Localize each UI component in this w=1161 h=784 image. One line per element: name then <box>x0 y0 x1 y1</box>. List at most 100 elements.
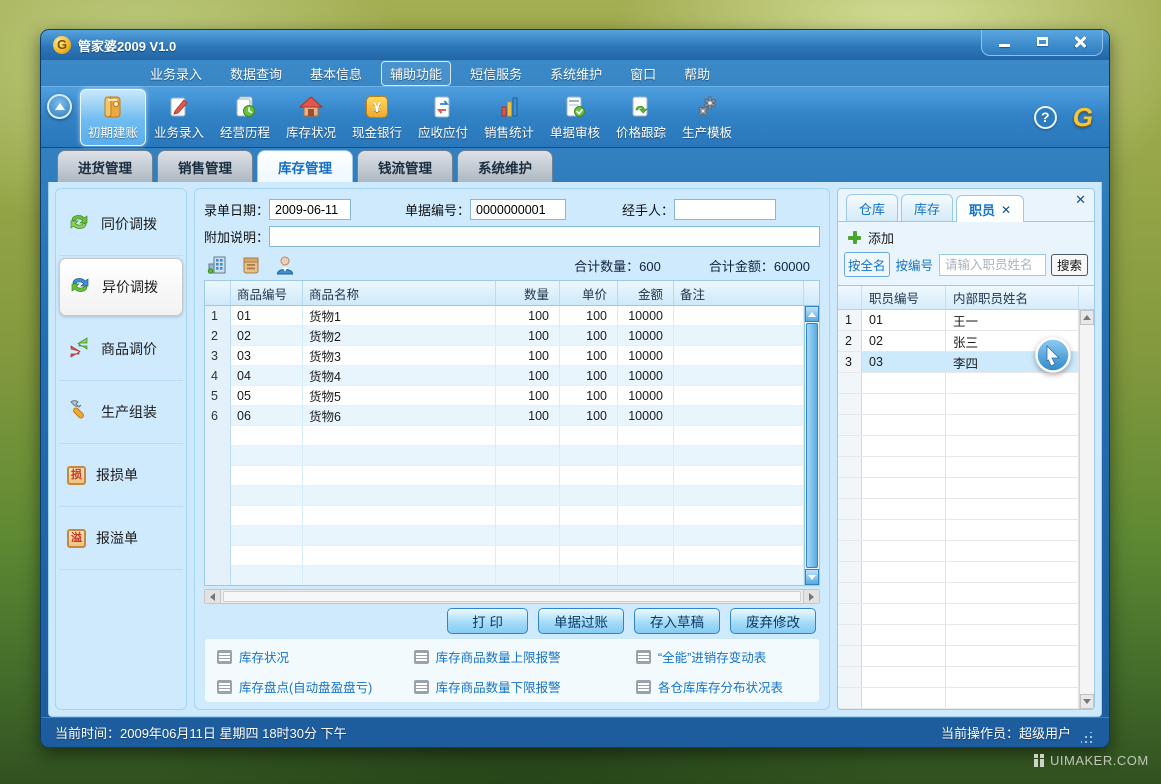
maximize-button[interactable] <box>1026 33 1058 50</box>
sidebar-item-same-price-transfer[interactable]: 同价调拨 <box>59 193 183 256</box>
link-stocktake[interactable]: 库存盘点(自动盘盈盘亏) <box>217 677 414 696</box>
collapse-toolbar-button[interactable] <box>47 94 72 119</box>
table-row[interactable]: 505货物510010010000 <box>205 386 804 406</box>
search-button[interactable]: 搜索 <box>1051 254 1088 276</box>
staff-vertical-scrollbar[interactable] <box>1079 310 1094 709</box>
tab-purchase[interactable]: 进货管理 <box>57 150 153 182</box>
menu-item-window[interactable]: 窗口 <box>621 61 665 86</box>
empty-row[interactable] <box>838 688 1079 709</box>
menu-item-data-query[interactable]: 数据查询 <box>221 61 291 86</box>
lookup-tab-warehouse[interactable]: 仓库 <box>846 194 898 221</box>
scroll-down-button[interactable] <box>805 569 819 585</box>
warehouse-shortcut-icon[interactable] <box>206 254 228 276</box>
toolbar-item-inventory-status[interactable]: 库存状况 <box>278 89 344 146</box>
empty-row[interactable] <box>205 486 804 506</box>
table-row[interactable]: 404货物410010010000 <box>205 366 804 386</box>
empty-row[interactable] <box>838 646 1079 667</box>
sidebar-item-diff-price-transfer[interactable]: 异价调拨 <box>59 258 183 316</box>
toolbar-item-sales-statistics[interactable]: 销售统计 <box>476 89 542 146</box>
discard-changes-button[interactable]: 废弃修改 <box>730 608 816 634</box>
empty-row[interactable] <box>838 625 1079 646</box>
doc-no-input[interactable] <box>470 199 566 220</box>
empty-row[interactable] <box>205 566 804 585</box>
close-button[interactable] <box>1064 33 1096 50</box>
table-row[interactable]: 202货物210010010000 <box>205 326 804 346</box>
empty-row[interactable] <box>205 506 804 526</box>
save-draft-button[interactable]: 存入草稿 <box>634 608 720 634</box>
tab-close-icon[interactable]: ✕ <box>1001 203 1011 217</box>
items-vertical-scrollbar[interactable] <box>804 306 819 585</box>
empty-row[interactable] <box>838 415 1079 436</box>
link-allround-report[interactable]: “全能”进销存变动表 <box>636 647 807 666</box>
empty-row[interactable] <box>838 604 1079 625</box>
empty-row[interactable] <box>838 499 1079 520</box>
staff-search-input[interactable] <box>939 254 1046 276</box>
toolbar-item-initial-setup[interactable]: 初期建账 <box>80 89 146 146</box>
scroll-right-button[interactable] <box>803 590 819 603</box>
scroll-up-button[interactable] <box>1080 310 1094 325</box>
empty-row[interactable] <box>205 446 804 466</box>
tab-cashflow[interactable]: 钱流管理 <box>357 150 453 182</box>
link-warehouse-distribution[interactable]: 各仓库库存分布状况表 <box>636 677 807 696</box>
empty-row[interactable] <box>205 526 804 546</box>
empty-row[interactable] <box>838 562 1079 583</box>
lookup-tab-inventory[interactable]: 库存 <box>901 194 953 221</box>
table-row[interactable]: 101货物110010010000 <box>205 306 804 326</box>
toolbar-item-production-template[interactable]: 生产模板 <box>674 89 740 146</box>
empty-row[interactable] <box>838 394 1079 415</box>
tab-system[interactable]: 系统维护 <box>457 150 553 182</box>
scroll-up-button[interactable] <box>805 306 819 322</box>
menu-item-help[interactable]: 帮助 <box>675 61 719 86</box>
tab-inventory[interactable]: 库存管理 <box>257 150 353 182</box>
toolbar-item-operation-history[interactable]: 经营历程 <box>212 89 278 146</box>
filter-by-name[interactable]: 按全名 <box>844 252 890 277</box>
empty-row[interactable] <box>205 426 804 446</box>
staff-shortcut-icon[interactable] <box>274 254 296 276</box>
stock-shortcut-icon[interactable] <box>240 254 262 276</box>
staff-row[interactable]: 101王一 <box>838 310 1079 331</box>
toolbar-item-business-entry[interactable]: 业务录入 <box>146 89 212 146</box>
empty-row[interactable] <box>838 541 1079 562</box>
minimize-button[interactable] <box>988 33 1020 50</box>
note-input[interactable] <box>269 226 820 247</box>
link-inventory-status[interactable]: 库存状况 <box>217 647 414 666</box>
tab-sales[interactable]: 销售管理 <box>157 150 253 182</box>
brand-logo-icon[interactable]: G <box>1073 102 1093 133</box>
lookup-tab-staff[interactable]: 职员✕ <box>956 195 1024 222</box>
resize-grip[interactable] <box>1081 732 1093 744</box>
toolbar-item-price-tracking[interactable]: 价格跟踪 <box>608 89 674 146</box>
toolbar-item-cash-bank[interactable]: ¥ 现金银行 <box>344 89 410 146</box>
menu-item-business-entry[interactable]: 业务录入 <box>141 61 211 86</box>
print-button[interactable]: 打 印 <box>447 608 528 634</box>
panel-close-button[interactable]: ✕ <box>1075 192 1086 208</box>
add-staff-button[interactable]: 添加 <box>868 228 894 247</box>
table-row[interactable]: 606货物610010010000 <box>205 406 804 426</box>
scroll-down-button[interactable] <box>1080 694 1094 709</box>
handler-input[interactable] <box>674 199 776 220</box>
empty-row[interactable] <box>838 457 1079 478</box>
scroll-thumb[interactable] <box>806 323 818 568</box>
link-upper-limit-alert[interactable]: 库存商品数量上限报警 <box>414 647 636 666</box>
link-lower-limit-alert[interactable]: 库存商品数量下限报警 <box>414 677 636 696</box>
empty-row[interactable] <box>838 436 1079 457</box>
empty-row[interactable] <box>838 583 1079 604</box>
empty-row[interactable] <box>838 520 1079 541</box>
toolbar-item-document-audit[interactable]: 单据审核 <box>542 89 608 146</box>
menu-item-basic-info[interactable]: 基本信息 <box>301 61 371 86</box>
empty-row[interactable] <box>205 466 804 486</box>
empty-row[interactable] <box>838 667 1079 688</box>
post-document-button[interactable]: 单据过账 <box>538 608 624 634</box>
items-horizontal-scrollbar[interactable] <box>204 589 820 604</box>
sidebar-item-price-adjust[interactable]: 商品调价 <box>59 318 183 381</box>
table-row[interactable]: 303货物310010010000 <box>205 346 804 366</box>
help-button[interactable]: ? <box>1034 106 1057 129</box>
sidebar-item-production-assembly[interactable]: 生产组装 <box>59 381 183 444</box>
menu-item-sms-service[interactable]: 短信服务 <box>461 61 531 86</box>
empty-row[interactable] <box>838 478 1079 499</box>
hscroll-thumb[interactable] <box>223 591 801 602</box>
menu-item-system-maintenance[interactable]: 系统维护 <box>541 61 611 86</box>
filter-by-code[interactable]: 按编号 <box>895 253 935 276</box>
empty-row[interactable] <box>205 546 804 566</box>
empty-row[interactable] <box>838 373 1079 394</box>
toolbar-item-receivables-payables[interactable]: 应收应付 <box>410 89 476 146</box>
